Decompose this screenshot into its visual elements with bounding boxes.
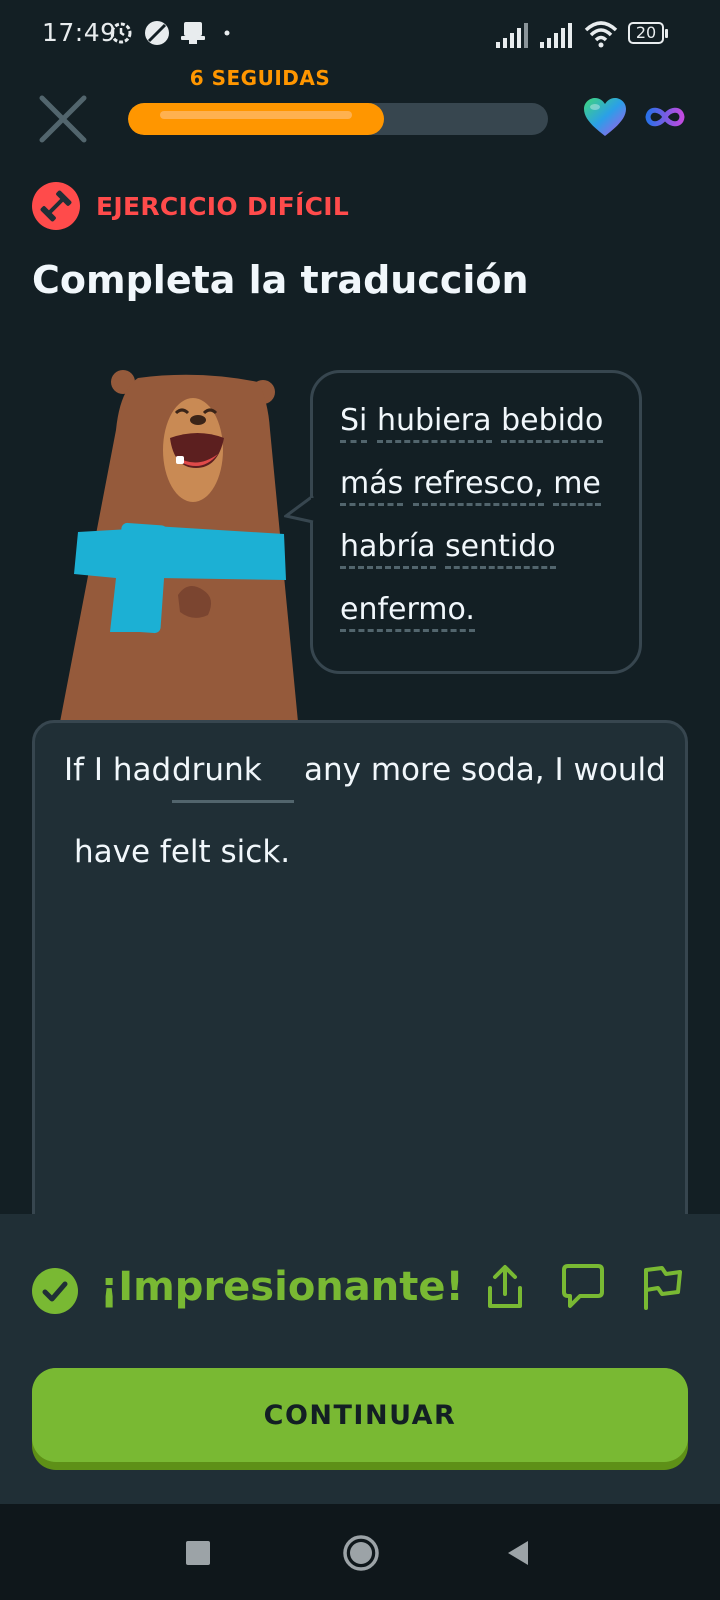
dumbbell-icon xyxy=(32,182,80,230)
recents-button[interactable] xyxy=(186,1541,210,1565)
flag-icon[interactable] xyxy=(638,1262,688,1312)
continue-button-face[interactable]: CONTINUAR xyxy=(32,1368,688,1462)
lesson-progress-bar xyxy=(128,103,548,135)
prompt-word[interactable]: bebido xyxy=(501,403,604,443)
feedback-message: ¡Impresionante! xyxy=(100,1264,464,1310)
bear-character-illustration xyxy=(60,370,298,722)
answer-blank-word[interactable]: drunk xyxy=(172,752,262,788)
continue-button-label: CONTINUAR xyxy=(263,1399,457,1431)
prompt-word[interactable]: hubiera xyxy=(376,403,492,443)
back-button[interactable] xyxy=(506,1539,530,1567)
infinity-icon[interactable] xyxy=(644,104,686,130)
answer-text-after: any more soda, I would xyxy=(304,752,666,788)
signal-icon xyxy=(496,23,528,48)
prompt-line: enfermo. xyxy=(340,589,475,632)
prompt-line: habría sentido xyxy=(340,526,556,569)
prompt-word[interactable]: me xyxy=(553,466,601,506)
battery-icon: 20 xyxy=(628,22,670,46)
wifi-icon xyxy=(584,21,618,48)
share-icon[interactable] xyxy=(480,1262,530,1312)
heart-icon[interactable] xyxy=(582,96,628,138)
settings-sync-icon xyxy=(110,22,132,44)
comment-icon[interactable] xyxy=(558,1262,608,1312)
signal-icon xyxy=(540,23,572,48)
prompt-word[interactable]: Si xyxy=(340,403,368,443)
hard-exercise-label: EJERCICIO DIFÍCIL xyxy=(96,192,350,221)
answer-card xyxy=(32,720,688,1280)
prompt-word[interactable]: más xyxy=(340,466,404,506)
streak-label: 6 SEGUIDAS xyxy=(189,66,331,90)
prompt-word[interactable]: enfermo. xyxy=(340,592,475,632)
battery-level: 20 xyxy=(635,23,657,42)
dot-icon xyxy=(224,30,230,36)
check-icon xyxy=(32,1268,78,1314)
answer-blank-underline xyxy=(172,800,294,803)
close-icon[interactable] xyxy=(36,92,90,146)
progress-fill xyxy=(128,103,385,135)
answer-text-line2: have felt sick. xyxy=(74,834,291,870)
no-signal-icon xyxy=(145,21,169,45)
home-button[interactable] xyxy=(342,1534,380,1572)
prompt-word[interactable]: sentido xyxy=(445,529,556,569)
answer-text-before: If I had xyxy=(64,752,172,788)
status-time: 17:49 xyxy=(42,18,117,47)
prompt-word[interactable]: habría xyxy=(340,529,436,569)
prompt-word[interactable]: refresco, xyxy=(412,466,544,506)
speech-bubble-tail xyxy=(284,496,314,524)
notification-icon xyxy=(181,22,205,44)
prompt-line: más refresco, me xyxy=(340,463,601,506)
prompt-line: Si hubiera bebido xyxy=(340,400,604,443)
progress-shine xyxy=(160,111,353,119)
page-title: Completa la traducción xyxy=(32,258,529,302)
continue-button[interactable]: CONTINUAR xyxy=(32,1368,688,1470)
